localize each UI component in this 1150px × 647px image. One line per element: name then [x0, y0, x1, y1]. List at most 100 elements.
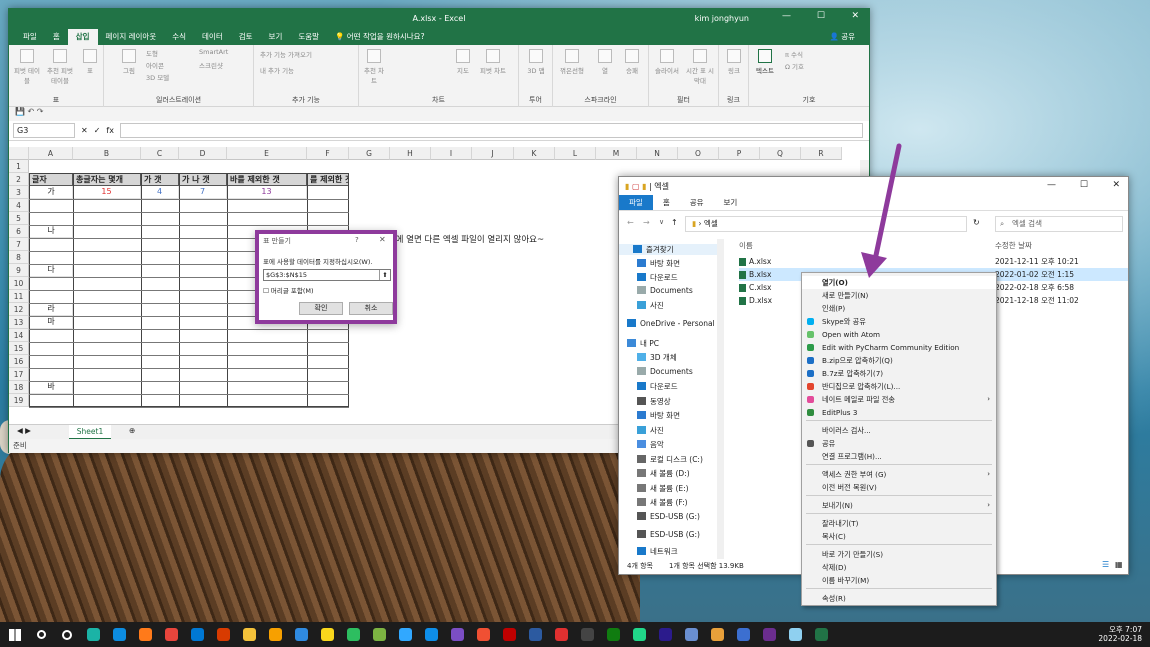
context-menu-item[interactable]: 속성(R) — [802, 592, 996, 605]
cancel-icon[interactable]: ✕ — [81, 126, 88, 135]
row-header[interactable]: 15 — [9, 342, 29, 355]
header-checkbox[interactable]: ☐ 머리글 포함(M) — [263, 285, 314, 295]
context-menu-item[interactable]: Skype와 공유 — [802, 315, 996, 328]
explorer-tab-file[interactable]: 파일 — [619, 195, 653, 210]
nav-item[interactable]: 로컬 디스크 (C:) — [637, 454, 703, 465]
filezilla-app[interactable] — [498, 624, 520, 646]
nav-item[interactable]: 네트워크 — [637, 546, 678, 557]
tab-review[interactable]: 검토 — [231, 29, 261, 45]
context-menu-item[interactable]: Edit with PyCharm Community Edition — [802, 341, 996, 354]
git-app[interactable] — [472, 624, 494, 646]
nav-item[interactable]: Documents — [637, 286, 693, 295]
utorrent-app[interactable] — [368, 624, 390, 646]
putty-app[interactable] — [524, 624, 546, 646]
3d-map-button[interactable]: 3D 맵 — [525, 49, 547, 75]
notepad-app[interactable] — [784, 624, 806, 646]
tool-app[interactable] — [680, 624, 702, 646]
refresh-icon[interactable]: ↻ — [973, 218, 980, 227]
tell-me-search[interactable]: 💡 어떤 작업을 원하시나요? — [327, 29, 432, 45]
row-header[interactable]: 3 — [9, 186, 29, 199]
name-box[interactable]: G3 — [13, 123, 75, 138]
share-button[interactable]: 👤 공유 — [821, 29, 863, 45]
task-view-button[interactable] — [56, 624, 78, 646]
premiere-app[interactable] — [654, 624, 676, 646]
row-header[interactable]: 14 — [9, 329, 29, 342]
context-menu-item[interactable]: 잘라내기(T) — [802, 517, 996, 530]
table-cell[interactable]: 13 — [227, 186, 307, 199]
recent-icon[interactable]: ∨ — [659, 218, 664, 226]
picture-button[interactable]: 그림 — [118, 49, 140, 75]
minimize-icon[interactable]: — — [782, 11, 791, 21]
ok-button[interactable]: 확인 — [299, 302, 343, 315]
tab-home[interactable]: 홈 — [45, 29, 68, 45]
photoshop-app[interactable] — [394, 624, 416, 646]
range-input[interactable]: $G$3:$N$15 ⬆ — [263, 269, 391, 281]
start-button[interactable] — [4, 624, 26, 646]
column-header[interactable]: R — [801, 147, 842, 160]
column-header[interactable]: E — [227, 147, 307, 160]
column-header[interactable]: H — [390, 147, 431, 160]
row-header[interactable]: 9 — [9, 264, 29, 277]
row-header[interactable]: 17 — [9, 368, 29, 381]
get-addins-button[interactable]: 추가 기능 가져오기 — [260, 49, 312, 59]
table-cell[interactable]: 4 — [141, 186, 179, 199]
save-icon[interactable]: 💾 — [15, 107, 25, 116]
system-clock[interactable]: 오후 7:07 2022-02-18 — [1098, 625, 1142, 643]
context-menu-item[interactable]: 인쇄(P) — [802, 302, 996, 315]
context-menu-item[interactable]: 보내기(N) › — [802, 499, 996, 512]
details-view-icon[interactable]: ☰ — [1102, 560, 1109, 569]
row-header[interactable]: 5 — [9, 212, 29, 225]
table-header-cell[interactable]: 가 나 갯 — [179, 173, 227, 186]
nav-item[interactable]: 새 볼륨 (F:) — [637, 497, 688, 508]
context-menu-item[interactable]: 공유 — [802, 437, 996, 450]
pivot-chart-button[interactable]: 피벗 차트 — [477, 49, 509, 75]
mail-app[interactable] — [186, 624, 208, 646]
recommended-pivot-button[interactable]: 추천 피벗 테이블 — [45, 49, 75, 85]
large-icons-view-icon[interactable]: ▦ — [1115, 560, 1123, 569]
tab-data[interactable]: 데이터 — [194, 29, 231, 45]
tab-view[interactable]: 보기 — [261, 29, 291, 45]
timeline-button[interactable]: 시간 표 시 막대 — [685, 49, 715, 85]
row-header[interactable]: 18 — [9, 381, 29, 394]
tab-file[interactable]: 파일 — [15, 29, 45, 45]
teamviewer-app[interactable] — [420, 624, 442, 646]
context-menu-item[interactable]: 반디집으로 압축하기(L)... — [802, 380, 996, 393]
context-menu-item[interactable]: 삭제(D) — [802, 561, 996, 574]
row-header[interactable]: 7 — [9, 238, 29, 251]
explorer-tab-share[interactable]: 공유 — [680, 195, 714, 210]
chrome-app[interactable] — [160, 624, 182, 646]
edge-app[interactable] — [108, 624, 130, 646]
explorer-tab-home[interactable]: 홈 — [653, 195, 680, 210]
formula-input[interactable] — [119, 123, 863, 138]
context-menu-item[interactable]: B.zip으로 압축하기(Q) — [802, 354, 996, 367]
column-header[interactable]: P — [719, 147, 760, 160]
table-cell[interactable]: 라 — [29, 303, 73, 316]
up-icon[interactable]: ↑ — [671, 218, 678, 227]
equation-button[interactable]: π 수식 — [785, 49, 803, 59]
context-menu-item[interactable]: 복사(C) — [802, 530, 996, 543]
palette-app[interactable] — [706, 624, 728, 646]
vim-app[interactable] — [758, 624, 780, 646]
range-select-icon[interactable]: ⬆ — [379, 270, 390, 280]
tab-help[interactable]: 도움말 — [290, 29, 327, 45]
firefox-app[interactable] — [134, 624, 156, 646]
table-header-cell[interactable]: 바를 제외한 갯 — [227, 173, 307, 186]
enter-icon[interactable]: ✓ — [94, 126, 101, 135]
nav-item[interactable]: 다운로드 — [637, 381, 678, 392]
nav-item[interactable]: OneDrive - Personal — [627, 319, 715, 328]
column-header-date[interactable]: 수정한 날짜 — [995, 240, 1032, 251]
app-app[interactable] — [732, 624, 754, 646]
forward-icon[interactable]: → — [643, 218, 650, 227]
nav-item[interactable]: 음악 — [637, 439, 664, 450]
nav-item[interactable]: 사진 — [637, 425, 664, 436]
context-menu-item[interactable]: 바로 가기 만들기(S) — [802, 548, 996, 561]
nav-item[interactable]: Documents — [637, 367, 693, 376]
row-header[interactable]: 10 — [9, 277, 29, 290]
column-header-name[interactable]: 이름 — [739, 240, 753, 251]
row-header[interactable]: 16 — [9, 355, 29, 368]
column-header[interactable]: K — [514, 147, 555, 160]
nav-item[interactable]: 동영상 — [637, 396, 671, 407]
slicer-button[interactable]: 슬라이서 — [653, 49, 681, 75]
3d-models-button[interactable]: 3D 모델 — [146, 72, 169, 82]
nav-item[interactable]: 바탕 화면 — [637, 258, 680, 269]
